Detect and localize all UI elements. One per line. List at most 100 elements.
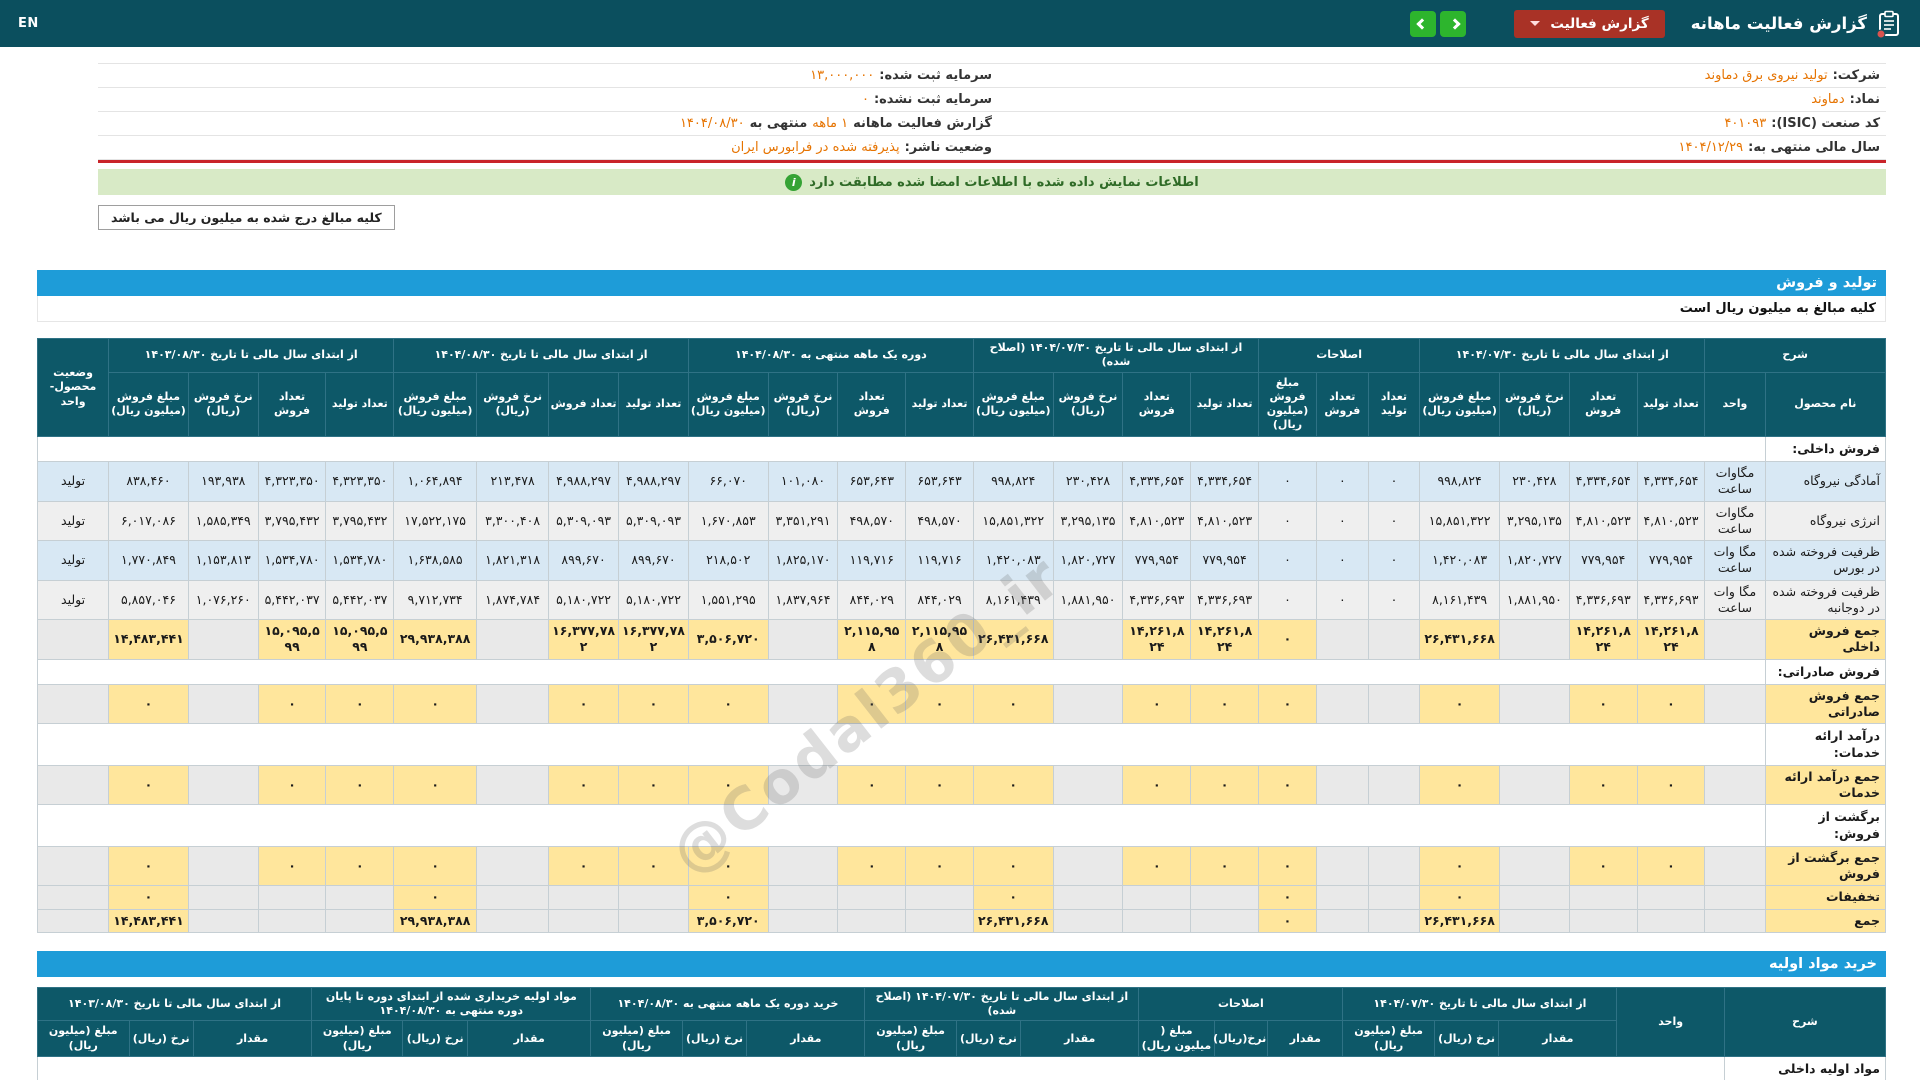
prev-report-button[interactable] xyxy=(1410,10,1437,37)
topbar: گزارش فعالیت ماهانه گزارش فعالیت EN xyxy=(0,0,1920,47)
next-report-button[interactable] xyxy=(1440,10,1467,37)
cell: ۰ xyxy=(1257,461,1318,502)
cell: ۰ xyxy=(257,683,327,725)
column-subheader: مبلغ (میلیون ریال) xyxy=(864,1020,957,1057)
sales-table: شرح از ابتدای سال مالی تا تاریخ ۱۴۰۴/۰۷/۳… xyxy=(36,338,1887,933)
cell: ۱۴,۲۶۱,۸۲۴ xyxy=(1568,619,1638,660)
cell: ۷۷۹,۹۵۴ xyxy=(1568,540,1638,581)
cell xyxy=(1052,764,1124,806)
cell: ۵,۸۵۷,۰۴۶ xyxy=(108,579,189,621)
cell: ۶,۰۱۷,۰۸۶ xyxy=(108,500,189,542)
cell: ۱۹۳,۹۳۸ xyxy=(187,461,259,502)
cell xyxy=(1052,845,1124,887)
notice-bar: اطلاعات نمایش داده شده با اطلاعات امضا ش… xyxy=(98,169,1886,195)
cell: ۰ xyxy=(325,845,395,887)
column-subheader: مبلغ فروش (میلیون ریال) xyxy=(1419,371,1500,437)
row-label-cell: ظرفیت فروخته شده در دوجانبه xyxy=(1764,579,1887,621)
cell xyxy=(1367,885,1421,910)
column-subheader: مبلغ فروش (میلیون ریال) xyxy=(1257,371,1318,437)
cell: ۱,۸۳۷,۹۶۴ xyxy=(767,579,839,621)
cell: ۲۶,۴۳۱,۶۶۸ xyxy=(1419,908,1500,933)
column-subheader: تعداد تولید xyxy=(1636,371,1706,437)
cell: مگاوات ساعت xyxy=(1704,461,1766,502)
column-subheader: مبلغ ( میلیون ریال) xyxy=(1138,1020,1215,1057)
column-subheader: واحد xyxy=(1704,371,1766,437)
cell: ۲۱۳,۴۷۸ xyxy=(476,461,550,502)
cell: ۰ xyxy=(1122,764,1192,806)
company-info-row: شرکت: تولید نیروی برق دماوند سرمایه ثبت شد… xyxy=(98,64,1886,88)
info-value: ۱ ماهه xyxy=(812,116,849,131)
info-value: پذیرفته شده در فرابورس ایران xyxy=(731,140,900,155)
cell: ۸۴۴,۰۲۹ xyxy=(905,579,974,621)
cell: ۰ xyxy=(687,885,769,910)
cell: ۸۹۹,۶۷۰ xyxy=(618,540,689,581)
cell: ۴,۳۳۶,۶۹۳ xyxy=(1568,579,1638,621)
language-toggle[interactable]: EN xyxy=(18,16,39,31)
company-info-row: سال مالی منتهی به: ۱۴۰۴/۱۲/۲۹ وضعیت ناشر: پ… xyxy=(98,136,1886,160)
row-label-cell: انرژی نیروگاه xyxy=(1764,500,1887,542)
cell xyxy=(1498,619,1570,660)
cell: تولید xyxy=(36,461,110,502)
cell: ۳,۷۹۵,۴۳۲ xyxy=(257,500,327,542)
content: شرکت: تولید نیروی برق دماوند سرمایه ثبت شد… xyxy=(0,63,1920,1080)
column-subheader: تعداد تولید xyxy=(618,371,689,437)
cell: ۰ xyxy=(1367,500,1421,542)
column-subheader: نرخ فروش (ریال) xyxy=(476,371,550,437)
info-value: ۰ xyxy=(861,92,869,107)
cell: ۰ xyxy=(1257,500,1318,542)
company-info-row: کد صنعت (ISIC): ۴۰۱۰۹۳ گزارش فعالیت ماهانه… xyxy=(98,112,1886,136)
cell xyxy=(257,885,327,910)
column-subheader: تعداد فروش xyxy=(1122,371,1192,437)
section-filler xyxy=(37,658,1766,685)
column-subheader: تعداد تولید xyxy=(905,371,974,437)
cell xyxy=(36,683,110,725)
cell: ۰ xyxy=(618,845,689,887)
cell xyxy=(1052,908,1124,933)
section-label: برگشت از فروش: xyxy=(1764,804,1887,847)
cell: ۰ xyxy=(257,845,327,887)
data-row: ظرفیت فروخته شده در بورس مگا وات ساعت ۷۷۹,… xyxy=(36,540,1887,581)
cell: ۱۴,۴۸۳,۴۴۱ xyxy=(108,619,189,660)
column-group-header: اصلاحات xyxy=(1257,338,1421,373)
info-value: ۱۳,۰۰۰,۰۰۰ xyxy=(810,68,875,83)
cell: ۴,۳۳۶,۶۹۳ xyxy=(1190,579,1259,621)
cell: ۷۷۹,۹۵۴ xyxy=(1636,540,1706,581)
cell xyxy=(548,908,620,933)
column-subheader: مقدار xyxy=(1498,1020,1618,1057)
cell xyxy=(1316,619,1369,660)
cell xyxy=(1498,845,1570,887)
cell: ۱,۸۲۰,۷۲۷ xyxy=(1498,540,1570,581)
cell: ۰ xyxy=(972,885,1054,910)
section-label: مواد اولیه داخلی xyxy=(1723,1055,1887,1080)
column-group-header: وضعیت محصول-واحد xyxy=(36,338,110,437)
info-label: کد صنعت (ISIC): xyxy=(1771,116,1880,131)
cell xyxy=(837,885,907,910)
cell: ۱,۱۵۳,۸۱۳ xyxy=(187,540,259,581)
cell: ۱۴,۲۶۱,۸۲۴ xyxy=(1636,619,1706,660)
chevron-left-icon xyxy=(1416,17,1428,30)
cell: ۰ xyxy=(1257,619,1318,660)
cell: ۰ xyxy=(548,845,620,887)
cell: ۰ xyxy=(1257,885,1318,910)
cell: ۰ xyxy=(108,885,189,910)
cell: ۲۶,۴۳۱,۶۶۸ xyxy=(972,619,1054,660)
cell xyxy=(476,885,550,910)
cell: ۰ xyxy=(837,764,907,806)
total-row: جمع فروش داخلی ۱۴,۲۶۱,۸۲۴ ۱۴,۲۶۱,۸۲۴ ۲۶,۴۳۱… xyxy=(36,619,1887,660)
chevron-down-icon xyxy=(1530,21,1541,26)
cell: ۴,۹۸۸,۲۹۷ xyxy=(548,461,620,502)
info-value: ۱۴۰۴/۱۲/۲۹ xyxy=(1678,140,1744,155)
cell xyxy=(476,619,550,660)
cell: ۰ xyxy=(1568,845,1638,887)
cell: ۰ xyxy=(1636,764,1706,806)
cell xyxy=(1367,619,1421,660)
cell: ۶۵۳,۶۴۳ xyxy=(905,461,974,502)
report-type-dropdown[interactable]: گزارش فعالیت xyxy=(1514,9,1665,38)
cell: ۰ xyxy=(108,764,189,806)
cell: ۰ xyxy=(1316,579,1369,621)
info-label: شرکت: xyxy=(1832,68,1880,83)
column-subheader: مبلغ (میلیون ریال) xyxy=(311,1020,404,1057)
cell: ۰ xyxy=(1257,579,1318,621)
cell xyxy=(1636,885,1706,910)
cell xyxy=(1498,683,1570,725)
